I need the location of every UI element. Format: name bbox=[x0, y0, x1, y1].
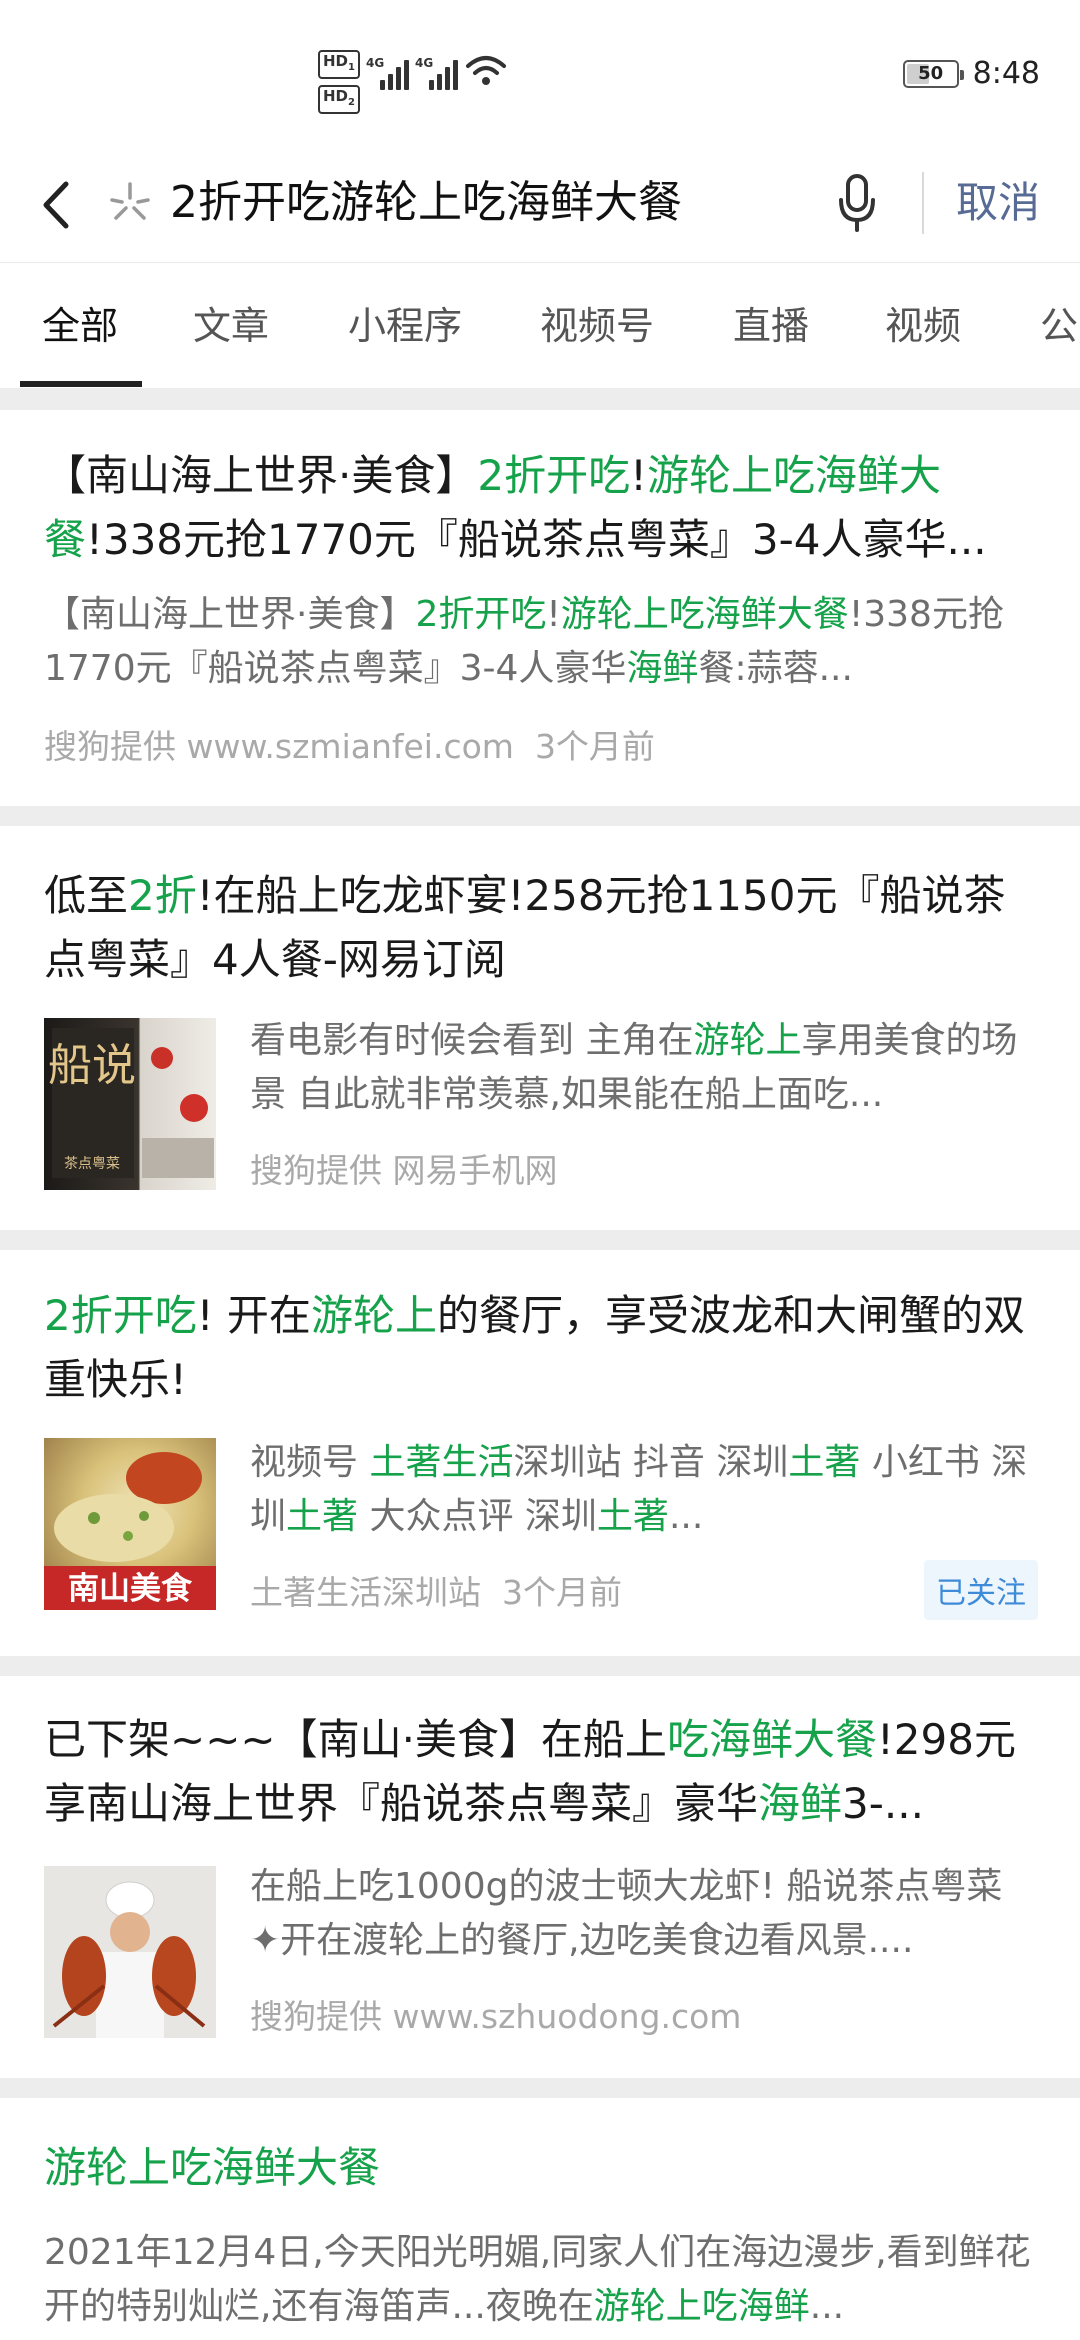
result-snippet: 视频号 土著生活深圳站 抖音 深圳土著 小红书 深圳土著 大众点评 深圳土著..… bbox=[250, 1442, 1028, 1537]
wifi-icon bbox=[465, 56, 506, 85]
tab-all[interactable]: 全部 bbox=[42, 295, 118, 350]
result-source: 搜狗提供 www.szhuodong.com bbox=[250, 1997, 742, 2036]
section-divider bbox=[0, 388, 1080, 410]
result-time: 3个月前 bbox=[534, 727, 655, 766]
cancel-button[interactable]: 取消 bbox=[956, 170, 1040, 236]
result-item[interactable]: 游轮上吃海鲜大餐 2021年12月4日,今天阳光明媚,同家人们在海边漫步,看到鲜… bbox=[0, 2098, 1080, 2340]
section-divider bbox=[0, 1656, 1080, 1676]
active-tab-indicator bbox=[20, 381, 142, 387]
section-divider bbox=[0, 2078, 1080, 2098]
result-snippet: 2021年12月4日,今天阳光明媚,同家人们在海边漫步,看到鲜花开的特别灿烂,还… bbox=[44, 2232, 1031, 2327]
result-thumbnail[interactable]: 船说 茶点粤菜 bbox=[44, 1018, 216, 1190]
result-source: 土著生活深圳站 3个月前 bbox=[250, 1573, 622, 1612]
svg-text:船说: 船说 bbox=[48, 1040, 136, 1091]
result-item[interactable]: 【南山海上世界·美食】2折开吃!游轮上吃海鲜大餐!338元抢1770元『船说茶点… bbox=[0, 410, 1080, 806]
result-snippet: 看电影有时候会看到 主角在游轮上享用美食的场景 自此就非常羡慕,如果能在船上面吃… bbox=[250, 1020, 1018, 1115]
net1-label: 4G bbox=[365, 56, 385, 70]
result-title[interactable]: 2折开吃! 开在游轮上的餐厅，享受波龙和大闸蟹的双重快乐! bbox=[44, 1284, 1044, 1412]
tab-live[interactable]: 直播 bbox=[733, 295, 809, 350]
tab-mini-programs[interactable]: 小程序 bbox=[348, 295, 462, 350]
result-snippet: 【南山海上世界·美食】2折开吃!游轮上吃海鲜大餐!338元抢1770元『船说茶点… bbox=[44, 594, 1004, 689]
result-source: 搜狗提供 www.szmianfei.com 3个月前 bbox=[44, 727, 655, 766]
restaurant-sign-image: 船说 茶点粤菜 bbox=[48, 1028, 214, 1178]
result-title[interactable]: 【南山海上世界·美食】2折开吃!游轮上吃海鲜大餐!338元抢1770元『船说茶点… bbox=[44, 444, 1044, 572]
section-divider bbox=[0, 1230, 1080, 1250]
svg-text:茶点粤菜: 茶点粤菜 bbox=[64, 1156, 120, 1172]
result-thumbnail[interactable]: 南山美食 bbox=[44, 1438, 216, 1610]
section-divider bbox=[0, 806, 1080, 826]
clock: 8:48 bbox=[972, 56, 1040, 91]
net2-label: 4G bbox=[414, 56, 434, 70]
tab-channels[interactable]: 视频号 bbox=[540, 295, 654, 350]
back-arrow-icon[interactable] bbox=[32, 172, 82, 238]
search-input[interactable]: 2折开吃游轮上吃海鲜大餐 bbox=[170, 170, 682, 236]
header-divider bbox=[922, 172, 924, 234]
battery-icon: 50 bbox=[902, 59, 964, 88]
followed-badge[interactable]: 已关注 bbox=[924, 1560, 1038, 1620]
thumb-caption: 南山美食 bbox=[68, 1571, 193, 1607]
microphone-icon[interactable] bbox=[832, 168, 882, 238]
result-title[interactable]: 已下架~~~【南山·美食】在船上吃海鲜大餐!298元享南山海上世界『船说茶点粤菜… bbox=[44, 1708, 1044, 1836]
result-snippet: 在船上吃1000g的波士顿大龙虾! 船说茶点粤菜 ✦开在渡轮上的餐厅,边吃美食边… bbox=[250, 1866, 1003, 1961]
signal-icon: 4G bbox=[415, 50, 458, 90]
signal-icon: 4G bbox=[366, 50, 409, 90]
hd1-indicator: HD1 bbox=[318, 50, 360, 79]
search-header: 2折开吃游轮上吃海鲜大餐 取消 bbox=[0, 150, 1080, 260]
tab-official-accounts[interactable]: 公 bbox=[1040, 295, 1078, 350]
result-item[interactable]: 已下架~~~【南山·美食】在船上吃海鲜大餐!298元享南山海上世界『船说茶点粤菜… bbox=[0, 1676, 1080, 2078]
result-title[interactable]: 低至2折!在船上吃龙虾宴!258元抢1150元『船说茶点粤菜』4人餐-网易订阅 bbox=[44, 864, 1044, 992]
seafood-dish-image: 南山美食 bbox=[44, 1452, 216, 1610]
status-bar: HD1 HD2 4G 4G 50 8:48 bbox=[0, 0, 1080, 150]
hd2-indicator: HD2 bbox=[318, 85, 360, 114]
tab-articles[interactable]: 文章 bbox=[193, 295, 269, 350]
chef-with-lobster-image bbox=[44, 1866, 216, 2038]
search-icon bbox=[110, 182, 150, 220]
status-left: HD1 HD2 4G 4G bbox=[318, 50, 508, 114]
battery-level: 50 bbox=[918, 63, 944, 84]
result-time: 3个月前 bbox=[501, 1573, 622, 1612]
result-thumbnail[interactable] bbox=[44, 1866, 216, 2038]
result-title[interactable]: 游轮上吃海鲜大餐 bbox=[44, 2136, 1044, 2200]
result-item[interactable]: 低至2折!在船上吃龙虾宴!258元抢1150元『船说茶点粤菜』4人餐-网易订阅 … bbox=[0, 826, 1080, 1230]
category-tabs: 全部 文章 小程序 视频号 直播 视频 公 bbox=[0, 262, 1080, 388]
result-source: 搜狗提供 网易手机网 bbox=[250, 1151, 558, 1190]
result-item[interactable]: 2折开吃! 开在游轮上的餐厅，享受波龙和大闸蟹的双重快乐! 南山美食 视频号 土… bbox=[0, 1250, 1080, 1656]
tab-videos[interactable]: 视频 bbox=[885, 295, 961, 350]
